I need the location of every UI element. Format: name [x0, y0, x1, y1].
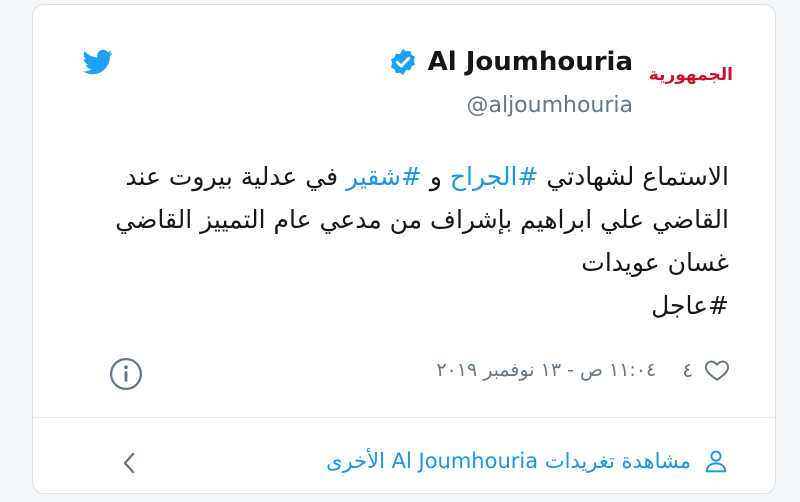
hashtag-link[interactable]: #عاجل	[651, 291, 729, 320]
person-icon	[705, 450, 727, 473]
more-tweets-link[interactable]: مشاهدة تغريدات Al Joumhouria الأخرى	[326, 447, 729, 475]
tweet-text: الاستماع لشهادتي #الجراح و #شقير في عدلي…	[69, 155, 729, 327]
tweet-text-part: الاستماع لشهادتي	[538, 162, 729, 191]
tweet-timestamp[interactable]: ١١:٠٤ ص - ١٣ نوفمبر ٢٠١٩	[436, 359, 656, 381]
user-handle[interactable]: @aljoumhouria	[466, 93, 633, 118]
twitter-bird-icon[interactable]	[81, 47, 115, 77]
brand-logo[interactable]: الجمهورية	[649, 65, 733, 85]
verified-badge-icon	[390, 48, 415, 76]
info-icon[interactable]	[109, 357, 143, 391]
hashtag-link[interactable]: #شقير	[346, 162, 422, 191]
tweet-text-part: و	[421, 162, 450, 191]
divider	[33, 417, 775, 418]
tweet-card: Al Joumhouria الجمهورية @aljoumhouria ال…	[32, 4, 776, 494]
display-name[interactable]: Al Joumhouria	[428, 47, 633, 77]
hashtag-link[interactable]: #الجراح	[450, 162, 539, 191]
tweet-meta: ٤ ١١:٠٤ ص - ١٣ نوفمبر ٢٠١٩	[436, 357, 731, 383]
like-count: ٤	[682, 358, 693, 382]
heart-icon[interactable]	[703, 357, 731, 383]
more-tweets-label[interactable]: مشاهدة تغريدات Al Joumhouria الأخرى	[326, 449, 691, 473]
author-header[interactable]: Al Joumhouria	[388, 47, 633, 77]
chevron-left-icon[interactable]	[119, 449, 139, 477]
